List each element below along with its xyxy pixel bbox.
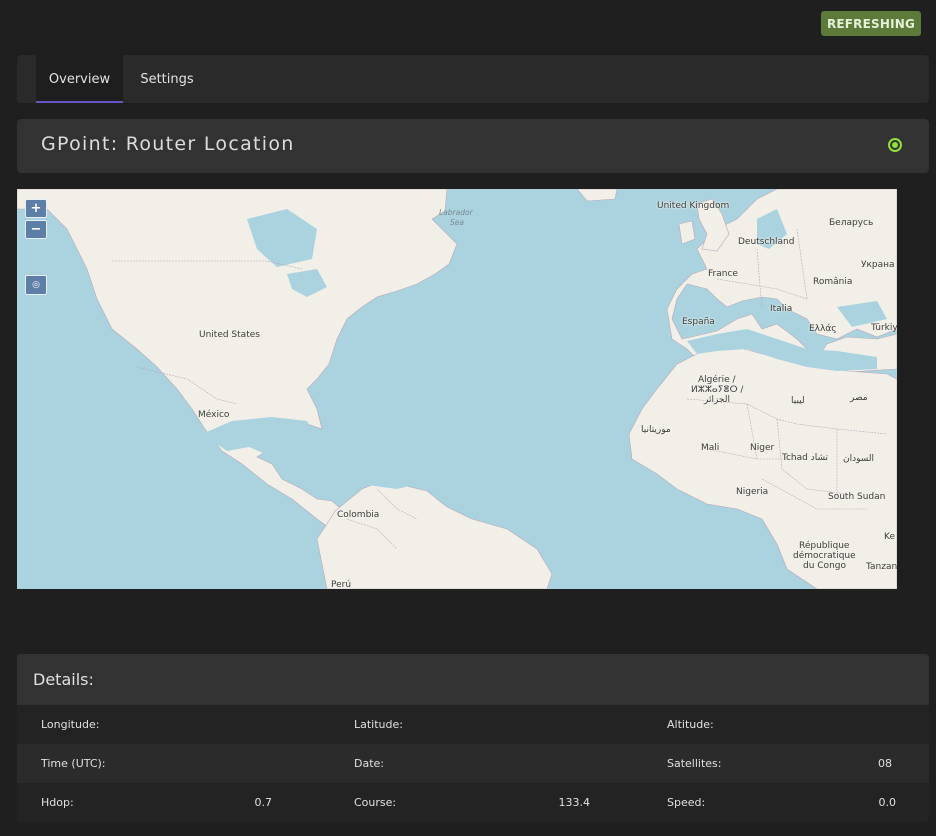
location-header-panel: GPoint: Router Location <box>17 119 929 173</box>
map-label-drc-1: République <box>799 541 850 551</box>
map-label-sudan: السودان <box>843 454 875 464</box>
map-label-turkiye: Türkiy <box>871 323 897 333</box>
course-value: 133.4 <box>558 796 591 809</box>
details-panel: Details: Longitude: Latitude: Altitude: … <box>17 654 929 822</box>
altitude-value <box>817 705 896 744</box>
map-label-colombia: Colombia <box>337 510 380 520</box>
map-label-espana: España <box>682 317 715 327</box>
location-map[interactable]: Labrador Sea United Kingdom Беларусь Deu… <box>17 189 897 589</box>
map-label-sea: Sea <box>450 218 464 227</box>
caribbean-sea <box>279 459 417 491</box>
ireland-landmass <box>678 220 696 245</box>
altitude-label: Altitude: <box>667 718 714 731</box>
map-label-mexico: México <box>198 410 230 420</box>
details-row: Longitude: Latitude: Altitude: <box>17 705 929 744</box>
details-row: Hdop: 0.7 Course: 133.4 Speed: 0.0 <box>17 783 929 822</box>
details-row: Time (UTC): Date: Satellites: 08 <box>17 744 929 783</box>
date-label: Date: <box>354 757 384 770</box>
south-america-landmass <box>316 480 553 589</box>
tab-bar: Overview Settings <box>17 55 929 103</box>
map-label-ellas: Ελλάς <box>809 324 837 334</box>
details-title: Details: <box>17 654 929 705</box>
map-label-algerie-tifinagh: ⵍⵣⵣⴰⵢⴻⵔ / <box>691 385 744 395</box>
map-label-romania: România <box>813 277 853 287</box>
speed-label: Speed: <box>667 796 706 809</box>
date-value <box>511 744 590 783</box>
tab-overview[interactable]: Overview <box>36 55 123 103</box>
satellites-label: Satellites: <box>667 757 722 770</box>
page-title: GPoint: Router Location <box>41 133 295 155</box>
map-label-mauritania: موريتانيا <box>641 425 671 435</box>
map-label-ukraine: Украна <box>861 260 895 270</box>
map-label-united-kingdom: United Kingdom <box>657 201 730 211</box>
africa-landmass <box>628 346 897 589</box>
iceland-landmass <box>576 189 618 202</box>
time-utc-value <box>197 744 272 783</box>
map-label-drc-3: du Congo <box>803 561 846 571</box>
map-label-algerie-arabic: الجزائر <box>704 395 730 405</box>
time-utc-label: Time (UTC): <box>41 757 106 770</box>
map-tiles <box>17 189 897 589</box>
speed-value: 0.0 <box>878 796 897 809</box>
map-label-drc-2: démocratique <box>793 551 856 561</box>
locate-icon[interactable]: ◎ <box>25 275 47 295</box>
map-label-deutschland: Deutschland <box>738 237 795 247</box>
map-label-mali: Mali <box>701 443 720 453</box>
map-label-algerie: Algérie / <box>698 375 736 385</box>
hdop-label: Hdop: <box>41 796 74 809</box>
hdop-value: 0.7 <box>254 796 273 809</box>
refreshing-status-badge: REFRESHING <box>821 11 921 36</box>
status-indicator-icon <box>888 138 902 152</box>
tab-settings[interactable]: Settings <box>129 55 205 103</box>
map-label-niger: Niger <box>750 443 775 453</box>
satellites-value: 08 <box>878 757 892 770</box>
latitude-label: Latitude: <box>354 718 403 731</box>
zoom-in-button[interactable]: + <box>25 199 47 218</box>
map-label-tanzania: Tanzan <box>866 562 897 572</box>
zoom-out-button[interactable]: − <box>25 220 47 239</box>
longitude-label: Longitude: <box>41 718 100 731</box>
longitude-value <box>197 705 272 744</box>
map-label-egypt: مصر <box>850 393 868 403</box>
map-label-south-sudan: South Sudan <box>828 492 886 502</box>
map-label-belarus: Беларусь <box>829 218 874 228</box>
map-label-peru: Perú <box>331 580 352 589</box>
map-label-united-states: United States <box>199 330 260 340</box>
map-label-kenya: Ke <box>884 532 895 542</box>
zoom-control: + − <box>25 199 47 241</box>
map-label-tchad: Tchad تشاد <box>782 453 829 463</box>
latitude-value <box>511 705 590 744</box>
map-label-italia: Italia <box>770 304 793 314</box>
map-label-libya: ليبيا <box>791 396 805 406</box>
map-label-france: France <box>708 269 738 279</box>
course-label: Course: <box>354 796 397 809</box>
map-label-nigeria: Nigeria <box>736 487 769 497</box>
map-label-labrador: Labrador <box>439 208 473 217</box>
